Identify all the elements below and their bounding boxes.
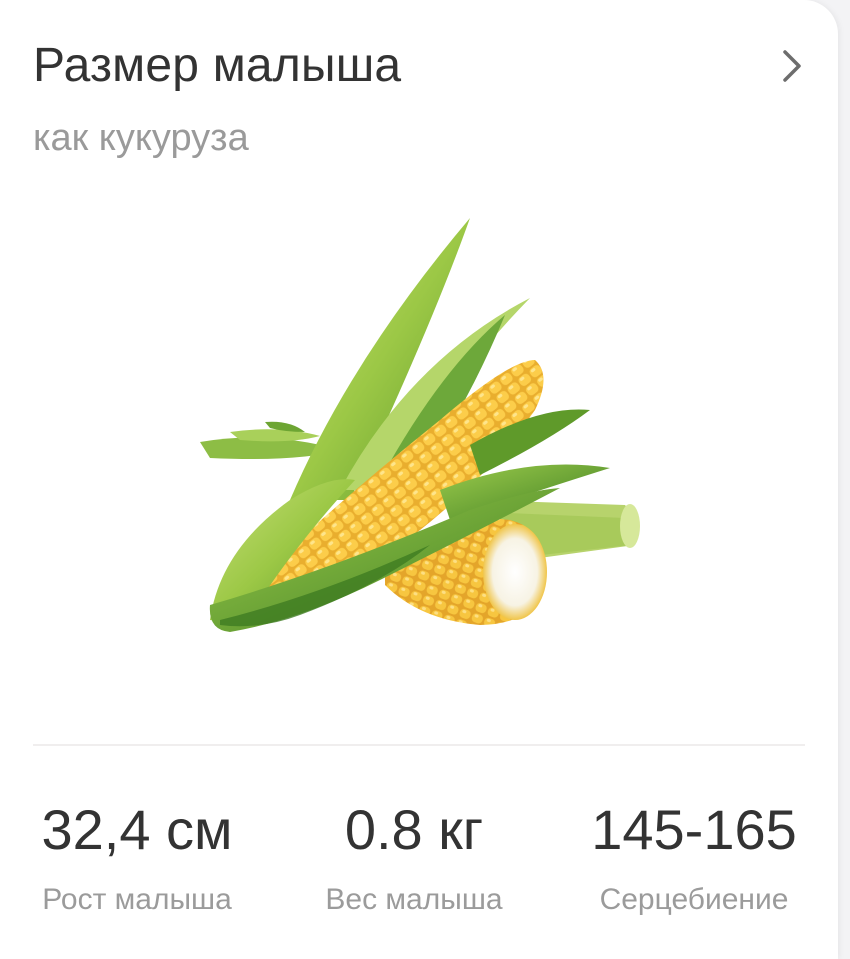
- stat-heartbeat-value: 145-165: [591, 798, 797, 861]
- stat-heartbeat-label: Серцебиение: [599, 883, 789, 916]
- card-subtitle: как кукуруза: [33, 117, 249, 159]
- stat-weight-value: 0.8 кг: [344, 798, 484, 861]
- stat-weight-label: Вес малыша: [325, 883, 503, 916]
- stat-height-value: 32,4 см: [41, 798, 233, 861]
- stat-height: 32,4 см Рост малыша: [7, 790, 267, 920]
- stat-heartbeat: 145-165 Серцебиение: [564, 790, 824, 920]
- stat-height-label: Рост малыша: [42, 883, 232, 916]
- baby-stats: 32,4 см Рост малыша 0.8 кг Вес малыша 14…: [0, 790, 838, 930]
- chevron-right-icon[interactable]: [773, 44, 813, 88]
- stat-weight: 0.8 кг Вес малыша: [284, 790, 544, 920]
- card-title: Размер малыша: [33, 39, 402, 92]
- baby-size-card[interactable]: Размер малыша как кукуруза 32,4 см Рост …: [0, 0, 838, 959]
- corn-illustration: [180, 200, 660, 650]
- card-header: Размер малыша как кукуруза: [33, 36, 813, 166]
- section-divider: [33, 744, 805, 746]
